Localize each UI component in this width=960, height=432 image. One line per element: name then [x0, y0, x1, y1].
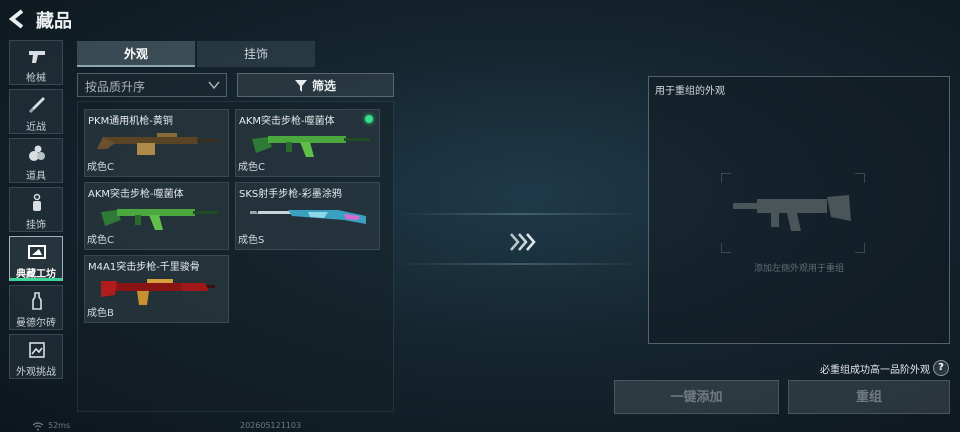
tab-skins[interactable]: 外观 [77, 41, 195, 67]
rebuild-panel: 用于重组的外观 添加左侧外观用于重组 [648, 76, 950, 344]
skin-card-m4a1-steed[interactable]: M4A1突击步枪-千里骏骨 成色B [84, 255, 229, 323]
sidebar-item-label: 挂饰 [26, 220, 46, 231]
title-bar: 藏品 [0, 0, 400, 38]
filter-button[interactable]: 筛选 [237, 73, 394, 97]
sidebar-item-label: 枪械 [26, 73, 46, 84]
sidebar-item-charms[interactable]: 挂饰 [9, 187, 63, 232]
rebuild-slot[interactable] [721, 173, 865, 253]
ping-value: 52ms [48, 421, 71, 430]
knife-icon [29, 97, 45, 113]
machine-gun-icon [97, 133, 219, 155]
filter-icon [295, 80, 307, 92]
sidebar-item-label: 近战 [26, 122, 46, 133]
skin-card-pkm-brass[interactable]: PKM通用机枪-黄铜 成色C [84, 109, 229, 177]
back-chevron-icon[interactable] [8, 9, 26, 29]
rifle-icon [101, 209, 219, 230]
skin-grade: 成色S [238, 235, 265, 246]
add-all-button[interactable]: 一键添加 [614, 380, 779, 414]
tab-charms[interactable]: 挂饰 [197, 41, 315, 67]
slot-placeholder-text: 添加左侧外观用于重组 [753, 264, 844, 274]
rifle-icon [101, 279, 215, 305]
wifi-icon [32, 422, 44, 431]
sidebar-item-guns[interactable]: 枪械 [9, 40, 63, 85]
sidebar-item-items[interactable]: 道具 [9, 138, 63, 183]
forward-arrows-icon [510, 233, 536, 251]
help-icon[interactable]: ? [933, 360, 949, 376]
rifle-icon [252, 136, 370, 157]
brick-icon [32, 292, 42, 310]
rebuild-button[interactable]: 重组 [788, 380, 950, 414]
skin-grade: 成色C [87, 235, 114, 246]
sidebar-item-melee[interactable]: 近战 [9, 89, 63, 134]
sidebar-item-workshop[interactable]: 典藏工坊 [9, 236, 63, 281]
sidebar-item-label: 曼德尔砖 [16, 318, 56, 329]
divider [395, 213, 645, 215]
skin-card-sks-graffiti[interactable]: SKS射手步枪-彩墨涂鸦 成色S [235, 182, 380, 250]
build-version: 202605121103 [240, 421, 302, 430]
marksman-rifle-icon [250, 210, 366, 224]
sidebar-item-label: 道具 [26, 171, 46, 182]
page-title: 藏品 [36, 11, 72, 32]
skin-card-akm-phage[interactable]: AKM突击步枪-噬菌体 成色C [235, 109, 380, 177]
filter-label: 筛选 [312, 79, 337, 93]
skin-grade: 成色C [238, 162, 265, 173]
sort-value: 按品质升序 [85, 80, 146, 94]
panel-title: 用于重组的外观 [655, 86, 725, 97]
workshop-icon [28, 245, 46, 259]
grenade-icon [29, 145, 45, 161]
new-indicator [365, 115, 373, 123]
charm-icon [33, 193, 41, 211]
rebuild-hint: 必重组成功高一品阶外观 [820, 365, 930, 376]
tab-bar: 外观 挂饰 [77, 41, 315, 67]
sidebar-item-skin-challenge[interactable]: 外观挑战 [9, 334, 63, 379]
skin-card-akm-phage[interactable]: AKM突击步枪-噬菌体 成色C [84, 182, 229, 250]
skin-grade: 成色B [87, 308, 114, 319]
sidebar-item-mandel-brick[interactable]: 曼德尔砖 [9, 285, 63, 330]
sidebar-item-label: 外观挑战 [16, 367, 56, 378]
divider [395, 263, 645, 265]
rifle-placeholder-icon [733, 195, 851, 231]
pistol-icon [29, 51, 45, 63]
chevron-down-icon [208, 81, 220, 90]
sidebar-item-label: 典藏工坊 [16, 269, 56, 280]
sort-dropdown[interactable]: 按品质升序 [77, 73, 227, 97]
skin-grade: 成色C [87, 162, 114, 173]
challenge-icon [29, 342, 45, 358]
skin-grid: PKM通用机枪-黄铜 成色C AKM突击步枪-噬菌体 成色C AKM突击步枪-噬… [77, 101, 394, 412]
